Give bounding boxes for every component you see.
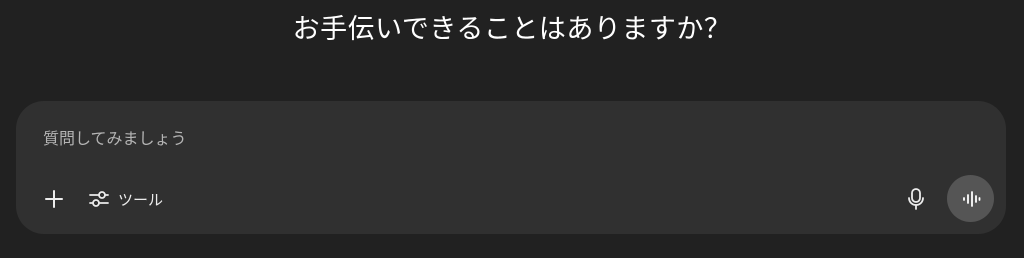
dictation-button[interactable] <box>900 183 932 215</box>
page-title: お手伝いできることはありますか？ <box>292 14 732 45</box>
tools-button[interactable]: ツール <box>82 183 169 215</box>
prompt-input[interactable] <box>43 125 943 151</box>
tools-label: ツール <box>118 190 164 209</box>
plus-icon <box>44 189 64 209</box>
prompt-composer: ツール <box>16 101 1006 234</box>
microphone-icon <box>906 187 926 211</box>
voice-mode-icon <box>961 190 981 208</box>
chat-home: お手伝いできることはありますか？ ツール <box>0 0 1024 258</box>
sliders-icon <box>88 189 110 209</box>
add-attachment-button[interactable] <box>38 183 70 215</box>
voice-mode-button[interactable] <box>947 175 994 222</box>
